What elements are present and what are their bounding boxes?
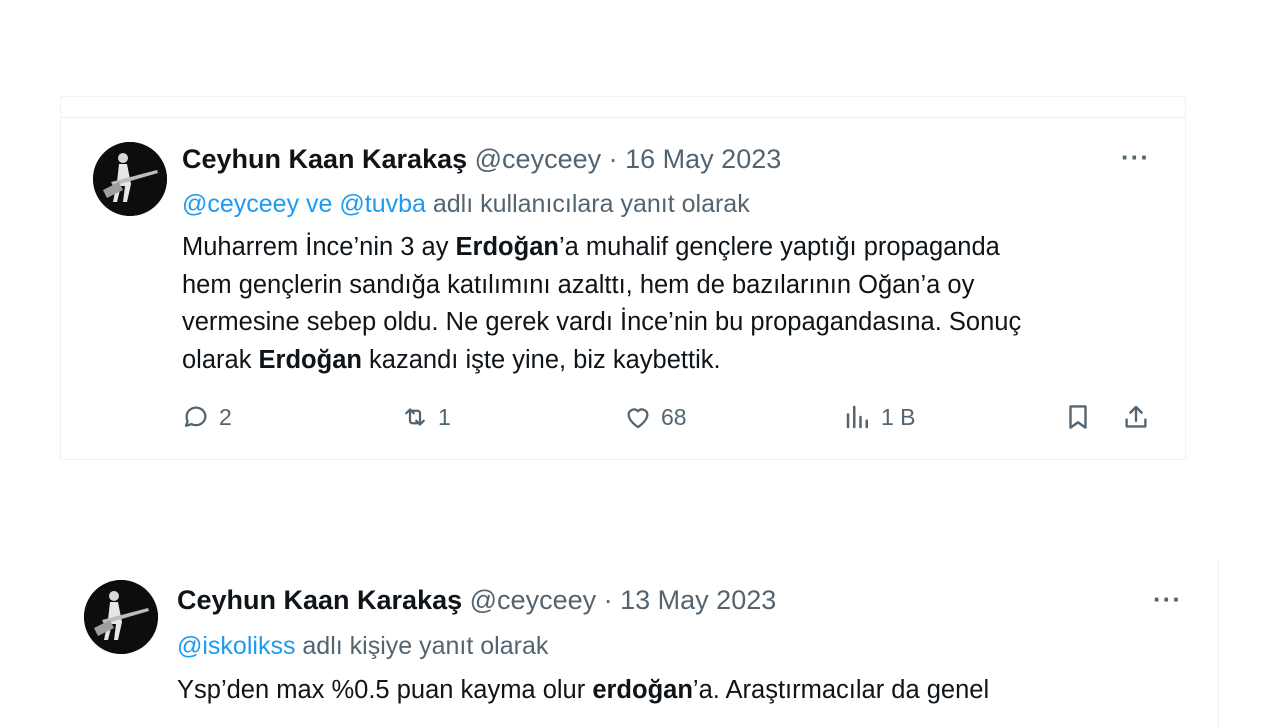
- separator: ·: [603, 585, 613, 615]
- retweet-icon: [405, 408, 425, 426]
- text-line: olarak Erdoğan kazandı işte yine, biz ka…: [182, 345, 721, 374]
- share-button[interactable]: [1121, 402, 1151, 432]
- reply-icon: [184, 406, 207, 427]
- tweet-text: Ysp’den max %0.5 puan kayma olur erdoğan…: [177, 672, 989, 710]
- retweet-button[interactable]: 1: [400, 402, 451, 432]
- share-icon: [1125, 405, 1147, 428]
- bookmark-button[interactable]: [1063, 402, 1093, 432]
- text-line: vermesine sebep oldu. Ne gerek vardı İnc…: [182, 308, 1022, 336]
- views-count: 1 B: [881, 403, 916, 430]
- more-icon[interactable]: ···: [1121, 142, 1150, 173]
- more-icon[interactable]: ···: [1153, 584, 1182, 615]
- bookmark-icon: [1069, 405, 1087, 429]
- author-name[interactable]: Ceyhun Kaan Karakaş: [182, 144, 467, 174]
- reply-mentions[interactable]: @iskolikss: [177, 632, 295, 660]
- tweet-date[interactable]: 16 May 2023: [625, 144, 781, 174]
- tweet-header: Ceyhun Kaan Karakaş @ceyceey · 16 May 20…: [182, 143, 781, 175]
- retweet-count: 1: [438, 403, 451, 430]
- like-count: 68: [661, 403, 687, 430]
- reply-suffix: adlı kişiye yanıt olarak: [302, 632, 549, 660]
- author-name[interactable]: Ceyhun Kaan Karakaş: [177, 585, 462, 615]
- reply-context: @ceyceey ve @tuvba adlı kullanıcılara ya…: [182, 188, 750, 220]
- tweet-date[interactable]: 13 May 2023: [620, 585, 776, 615]
- reply-count: 2: [219, 403, 232, 430]
- text-line: hem gençlerin sandığa katılımını azalttı…: [182, 270, 975, 299]
- separator: ·: [608, 144, 618, 174]
- tweet-text: Muharrem İnce’nin 3 ay Erdoğan’a muhalif…: [182, 229, 1021, 379]
- text-line: Muharrem İnce’nin 3 ay Erdoğan’a muhalif…: [182, 233, 1000, 261]
- tweet-card[interactable]: Ceyhun Kaan Karakaş @ceyceey · 13 May 20…: [64, 558, 1219, 728]
- reply-button[interactable]: 2: [181, 402, 232, 432]
- like-button[interactable]: 68: [623, 402, 687, 432]
- reply-context: @iskolikss adlı kişiye yanıt olarak: [177, 630, 548, 662]
- reply-suffix: adlı kullanıcılara yanıt olarak: [432, 190, 750, 218]
- avatar[interactable]: [84, 580, 158, 654]
- tweet-header: Ceyhun Kaan Karakaş @ceyceey · 13 May 20…: [177, 584, 776, 616]
- like-icon: [627, 408, 649, 429]
- reply-mentions[interactable]: @ceyceey ve @tuvba: [182, 190, 426, 218]
- author-handle[interactable]: @ceyceey: [475, 144, 601, 174]
- tweet-card[interactable]: Ceyhun Kaan Karakaş @ceyceey · 16 May 20…: [60, 96, 1186, 459]
- divider: [61, 117, 1185, 118]
- views-button[interactable]: 1 B: [843, 402, 916, 432]
- views-icon: [846, 405, 868, 429]
- text-line: Ysp’den max %0.5 puan kayma olur erdoğan…: [177, 676, 990, 704]
- author-handle[interactable]: @ceyceey: [470, 585, 596, 615]
- avatar[interactable]: [93, 142, 167, 216]
